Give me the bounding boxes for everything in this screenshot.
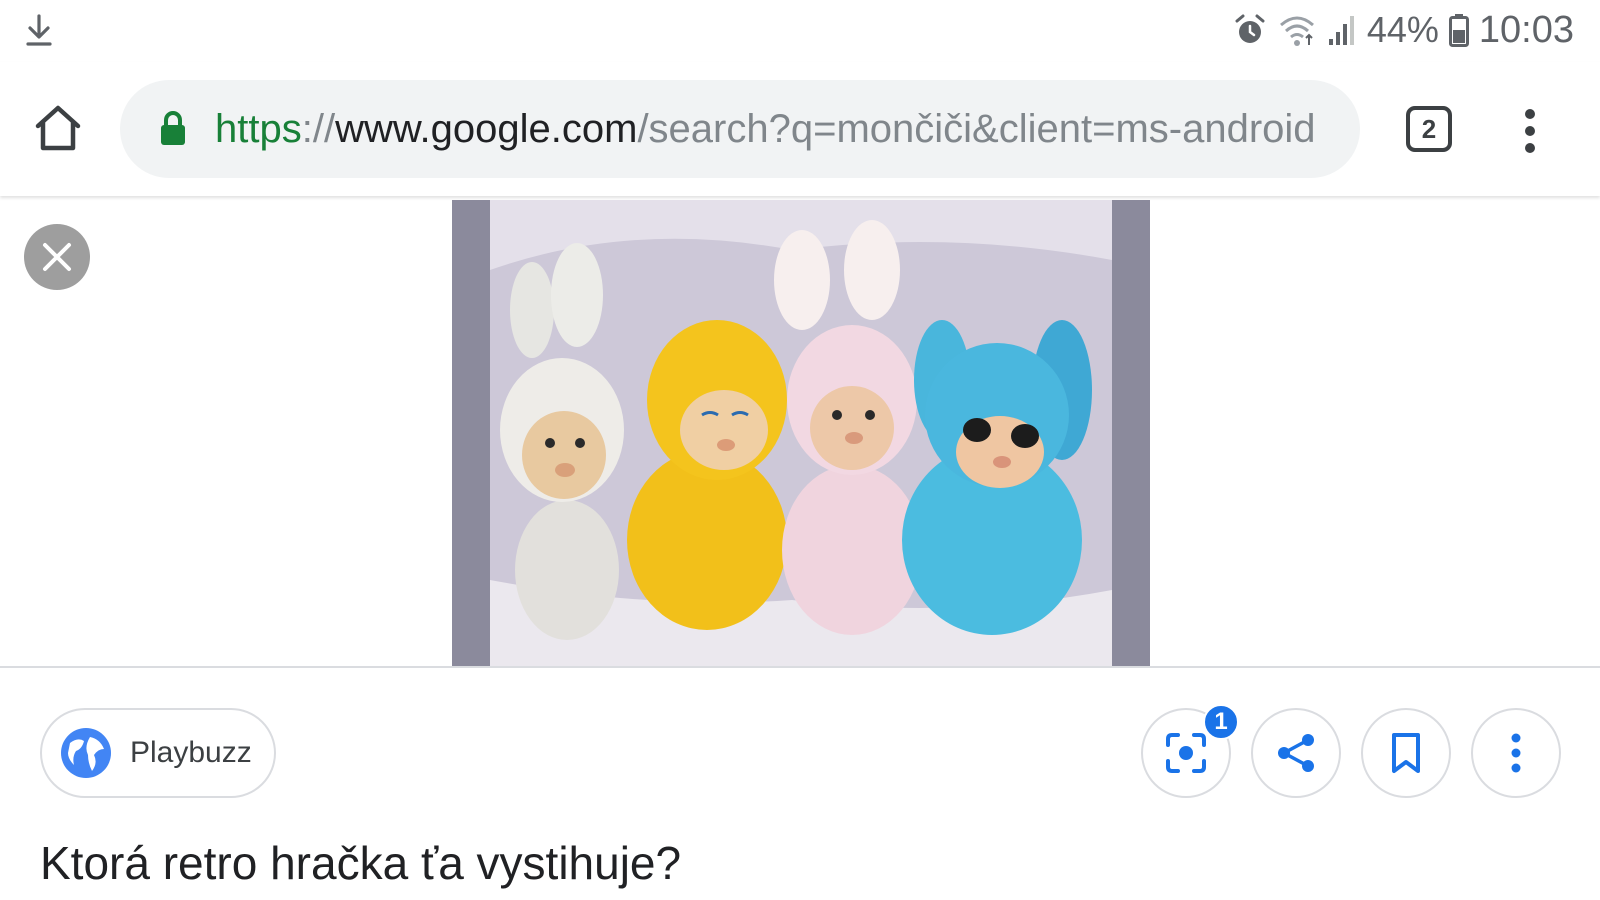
battery-icon — [1448, 14, 1469, 47]
tab-switcher-button[interactable]: 2 — [1406, 106, 1452, 152]
close-icon — [43, 243, 71, 271]
more-vert-icon[interactable] — [1510, 106, 1550, 156]
url-path: /search?q=mončiči&client=ms-android — [637, 107, 1316, 151]
battery-percentage: 44% — [1366, 9, 1439, 50]
divider — [0, 666, 1600, 668]
lens-badge: 1 — [1203, 704, 1239, 740]
result-title[interactable]: Ktorá retro hračka ťa vystihuje? — [40, 836, 681, 890]
lens-button[interactable]: 1 — [1141, 704, 1239, 798]
more-options-button[interactable] — [1471, 708, 1561, 798]
status-bar: 44% 10:03 — [0, 0, 1600, 62]
share-icon — [1278, 734, 1314, 772]
address-bar[interactable]: https://www.google.com/search?q=mončiči&… — [120, 80, 1360, 178]
browser-toolbar: https://www.google.com/search?q=mončiči&… — [0, 62, 1600, 196]
url-text[interactable]: https://www.google.com/search?q=mončiči&… — [215, 104, 1330, 154]
source-chip[interactable]: Playbuzz — [40, 708, 276, 798]
globe-icon — [61, 728, 111, 778]
alarm-icon — [1235, 14, 1265, 43]
signal-icon — [1328, 16, 1354, 45]
tab-count: 2 — [1421, 113, 1437, 144]
source-name: Playbuzz — [130, 736, 252, 769]
bookmark-icon — [1392, 733, 1420, 773]
status-indicators: 44% 10:03 — [1233, 8, 1574, 52]
url-separator: :// — [301, 107, 336, 151]
share-button[interactable] — [1251, 708, 1341, 798]
url-scheme: https — [215, 107, 302, 151]
download-icon — [26, 14, 52, 46]
url-host: www.google.com — [335, 107, 638, 151]
lens-icon — [1166, 733, 1206, 773]
more-vert-icon — [1511, 733, 1521, 773]
home-icon[interactable] — [30, 100, 86, 156]
close-button[interactable] — [24, 224, 90, 290]
save-button[interactable] — [1361, 708, 1451, 798]
lock-icon — [161, 111, 185, 145]
wifi-icon — [1279, 16, 1314, 46]
result-image[interactable] — [452, 200, 1150, 666]
clock: 10:03 — [1478, 8, 1574, 51]
